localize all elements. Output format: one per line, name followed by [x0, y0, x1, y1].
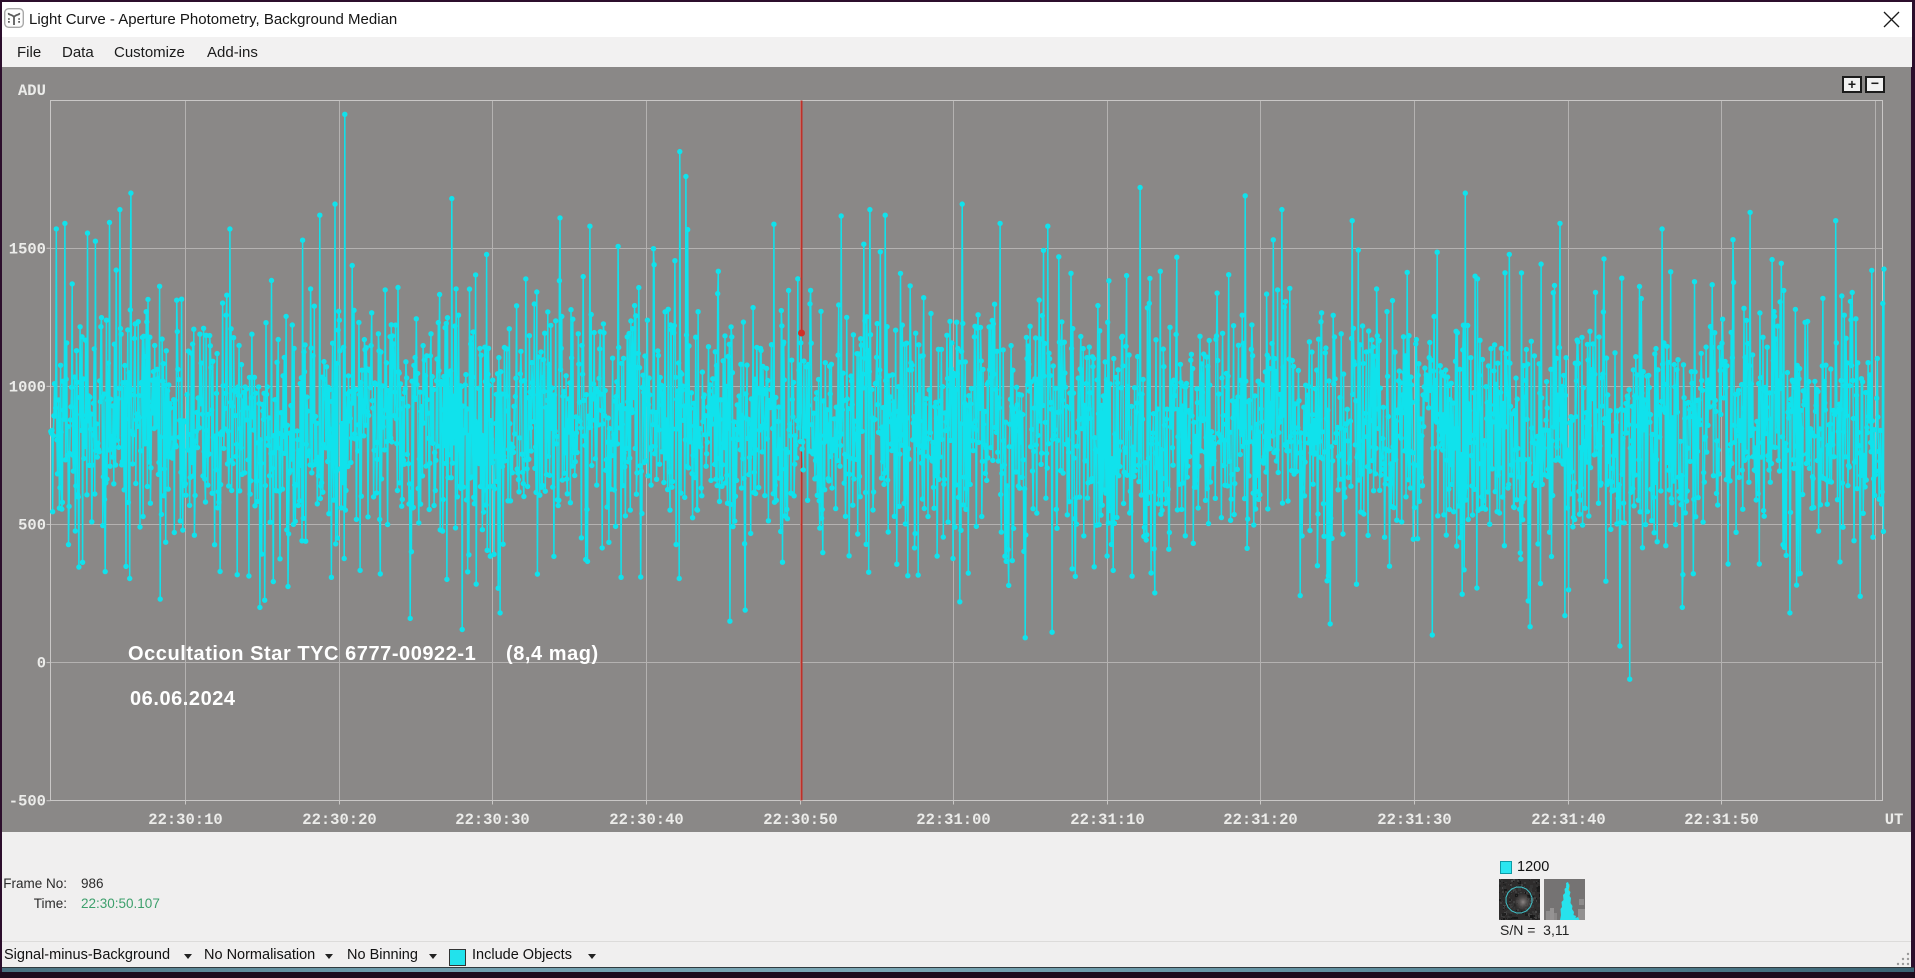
svg-text:ADU: ADU [18, 82, 46, 100]
svg-text:22:31:00: 22:31:00 [916, 811, 990, 829]
svg-text:22:30:40: 22:30:40 [609, 811, 683, 829]
svg-text:1000: 1000 [9, 378, 46, 396]
svg-text:22:30:50: 22:30:50 [763, 811, 837, 829]
svg-text:0: 0 [37, 655, 46, 673]
svg-text:22:30:10: 22:30:10 [148, 811, 222, 829]
svg-text:(8,4 mag): (8,4 mag) [506, 643, 599, 665]
svg-text:22:31:30: 22:31:30 [1377, 811, 1451, 829]
svg-text:UT: UT [1885, 811, 1904, 829]
svg-text:500: 500 [18, 517, 46, 535]
svg-text:22:31:40: 22:31:40 [1531, 811, 1605, 829]
svg-text:22:30:20: 22:30:20 [302, 811, 376, 829]
svg-text:22:30:30: 22:30:30 [455, 811, 529, 829]
svg-text:22:31:20: 22:31:20 [1223, 811, 1297, 829]
svg-text:-500: -500 [9, 793, 46, 811]
svg-text:22:31:10: 22:31:10 [1070, 811, 1144, 829]
svg-text:06.06.2024: 06.06.2024 [130, 688, 236, 710]
svg-text:1500: 1500 [9, 240, 46, 258]
svg-text:22:31:50: 22:31:50 [1684, 811, 1758, 829]
svg-text:Occultation Star TYC 6777-0092: Occultation Star TYC 6777-00922-1 [128, 643, 476, 665]
